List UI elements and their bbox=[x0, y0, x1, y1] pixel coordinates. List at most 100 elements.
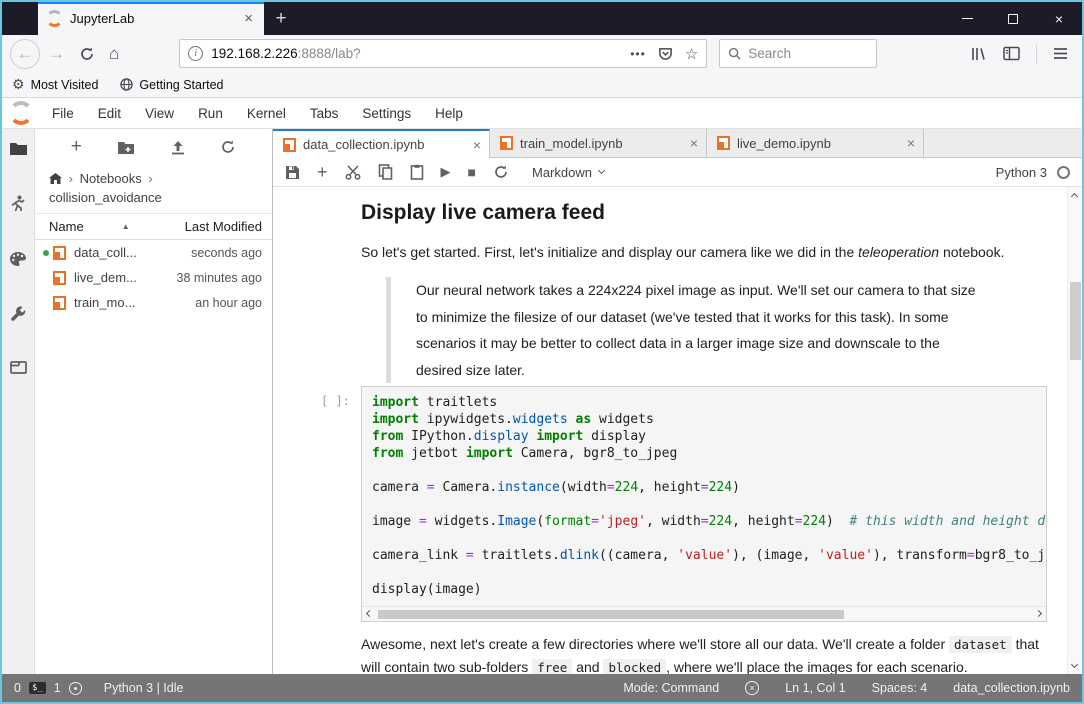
pocket-icon[interactable] bbox=[658, 46, 673, 61]
menu-help[interactable]: Help bbox=[423, 106, 475, 121]
back-button[interactable]: ← bbox=[10, 39, 40, 69]
doc-tab-train_model-ipynb[interactable]: train_model.ipynb× bbox=[490, 129, 707, 157]
menu-tabs[interactable]: Tabs bbox=[298, 106, 351, 121]
back-icon: ← bbox=[17, 44, 34, 64]
restart-kernel-button[interactable] bbox=[493, 164, 509, 180]
site-info-icon[interactable]: i bbox=[188, 46, 203, 61]
commands-palette-icon[interactable] bbox=[9, 251, 27, 267]
maximize-icon bbox=[1008, 14, 1018, 24]
inline-code: blocked bbox=[603, 659, 666, 674]
file-modified: an hour ago bbox=[195, 296, 262, 310]
command-mode-indicator[interactable]: Mode: Command bbox=[623, 681, 719, 695]
tab-close-icon[interactable]: × bbox=[241, 10, 256, 27]
run-cell-button[interactable]: ▶ bbox=[441, 164, 451, 180]
kernel-status-icon[interactable] bbox=[1057, 166, 1070, 179]
file-browser-tab-icon[interactable] bbox=[9, 141, 28, 157]
bookmark-getting-started[interactable]: Getting Started bbox=[120, 78, 223, 92]
search-box[interactable]: Search bbox=[719, 39, 877, 68]
save-button[interactable] bbox=[285, 165, 300, 180]
menu-view[interactable]: View bbox=[133, 106, 186, 121]
code-token: bgr8_to_jpeg) bbox=[975, 548, 1047, 563]
code-editor[interactable]: import traitletsimport ipywidgets.widget… bbox=[362, 387, 1046, 598]
file-row[interactable]: live_dem...38 minutes ago bbox=[35, 265, 272, 290]
menu-hamburger-icon[interactable] bbox=[1053, 47, 1068, 60]
forward-button[interactable]: → bbox=[48, 44, 65, 64]
add-cell-button[interactable]: + bbox=[317, 162, 328, 183]
cut-cells-button[interactable] bbox=[345, 165, 361, 180]
file-row[interactable]: data_coll...seconds ago bbox=[35, 240, 272, 265]
menu-settings[interactable]: Settings bbox=[350, 106, 423, 121]
copy-cells-button[interactable] bbox=[378, 164, 393, 180]
refresh-file-list-button[interactable] bbox=[220, 139, 236, 155]
menu-kernel[interactable]: Kernel bbox=[235, 106, 298, 121]
reload-button[interactable] bbox=[79, 46, 95, 62]
notebook-vertical-scrollbar[interactable] bbox=[1067, 187, 1082, 674]
code-token: = bbox=[607, 480, 615, 495]
url-bar[interactable]: i 192.168.2.226 :8888/lab? ••• ☆ bbox=[179, 39, 707, 68]
minimize-button[interactable] bbox=[944, 2, 990, 35]
close-button[interactable]: × bbox=[1036, 2, 1082, 35]
jlab-activity-bar bbox=[2, 129, 35, 674]
library-icon[interactable] bbox=[970, 46, 987, 62]
menu-file[interactable]: File bbox=[40, 106, 86, 121]
notebook-content: Display live camera feed So let's get st… bbox=[273, 187, 1082, 674]
menu-edit[interactable]: Edit bbox=[86, 106, 133, 121]
tab-close-icon[interactable]: × bbox=[907, 135, 915, 151]
status-left: 0 $_ 1 Python 3 | Idle bbox=[14, 681, 183, 695]
spaces-indicator[interactable]: Spaces: 4 bbox=[872, 681, 928, 695]
markdown-blockquote: Our neural network takes a 224x224 pixel… bbox=[386, 277, 978, 383]
home-button[interactable]: ⌂ bbox=[109, 44, 119, 64]
kernel-area: Python 3 bbox=[996, 165, 1070, 180]
code-token: , height bbox=[638, 480, 701, 495]
browser-tab-jupyterlab[interactable]: JupyterLab × bbox=[38, 2, 264, 35]
bookmark-most-visited[interactable]: ⚙Most Visited bbox=[12, 76, 98, 93]
doc-tab-label: live_demo.ipynb bbox=[737, 136, 831, 151]
scroll-left-icon[interactable] bbox=[366, 610, 373, 617]
horizontal-scroll-thumb[interactable] bbox=[378, 610, 844, 619]
doc-tab-label: data_collection.ipynb bbox=[303, 137, 424, 152]
file-list-header[interactable]: Name ▲ Last Modified bbox=[35, 214, 272, 240]
paste-cells-button[interactable] bbox=[410, 164, 424, 180]
kernel-sessions-icon bbox=[69, 682, 82, 695]
scroll-down-icon[interactable] bbox=[1071, 661, 1078, 668]
scroll-right-icon[interactable] bbox=[1035, 610, 1042, 617]
new-folder-button[interactable] bbox=[117, 140, 135, 155]
code-line: import ipywidgets.widgets as widgets bbox=[372, 411, 1046, 428]
interrupt-kernel-button[interactable]: ■ bbox=[468, 164, 476, 180]
maximize-button[interactable] bbox=[990, 2, 1036, 35]
terminal-count[interactable]: 0 bbox=[14, 681, 21, 695]
cell-type-dropdown[interactable]: Markdown bbox=[532, 165, 604, 180]
code-cell[interactable]: import traitletsimport ipywidgets.widget… bbox=[361, 386, 1047, 622]
property-inspector-icon[interactable] bbox=[10, 305, 27, 322]
bookmark-star-icon[interactable]: ☆ bbox=[685, 45, 698, 63]
running-kernels-icon[interactable] bbox=[11, 195, 25, 213]
code-horizontal-scrollbar[interactable] bbox=[362, 606, 1046, 621]
page-actions-icon[interactable]: ••• bbox=[630, 47, 646, 61]
open-tabs-icon[interactable] bbox=[10, 360, 27, 375]
tab-close-icon[interactable]: × bbox=[473, 137, 481, 153]
home-breadcrumb-icon[interactable] bbox=[49, 173, 62, 184]
kernel-count[interactable]: 1 bbox=[54, 681, 61, 695]
code-token: # this width and height doesn't nece bbox=[850, 514, 1047, 529]
code-token: Image bbox=[497, 514, 536, 529]
column-name[interactable]: Name bbox=[49, 219, 84, 234]
vertical-scroll-thumb[interactable] bbox=[1070, 282, 1081, 360]
sidebars-icon[interactable] bbox=[1003, 46, 1020, 61]
doc-tab-data_collection-ipynb[interactable]: data_collection.ipynb × bbox=[273, 129, 490, 158]
breadcrumb-notebooks[interactable]: Notebooks bbox=[80, 171, 142, 186]
file-row[interactable]: train_mo...an hour ago bbox=[35, 290, 272, 315]
cursor-position[interactable]: Ln 1, Col 1 bbox=[785, 681, 845, 695]
new-tab-button[interactable]: + bbox=[264, 2, 298, 35]
column-last-modified[interactable]: Last Modified bbox=[185, 219, 262, 234]
shield-crossed-icon[interactable]: × bbox=[745, 681, 759, 695]
doc-tab-live_demo-ipynb[interactable]: live_demo.ipynb × bbox=[707, 129, 924, 157]
kernel-name[interactable]: Python 3 bbox=[996, 165, 1047, 180]
scroll-up-icon[interactable] bbox=[1071, 193, 1078, 200]
new-launcher-button[interactable]: + bbox=[71, 136, 82, 158]
menu-run[interactable]: Run bbox=[186, 106, 235, 121]
code-token: 224 bbox=[709, 480, 732, 495]
code-token: display bbox=[583, 429, 646, 444]
upload-button[interactable] bbox=[171, 140, 185, 155]
kernel-status-text[interactable]: Python 3 | Idle bbox=[104, 681, 184, 695]
tab-close-icon[interactable]: × bbox=[690, 135, 698, 151]
